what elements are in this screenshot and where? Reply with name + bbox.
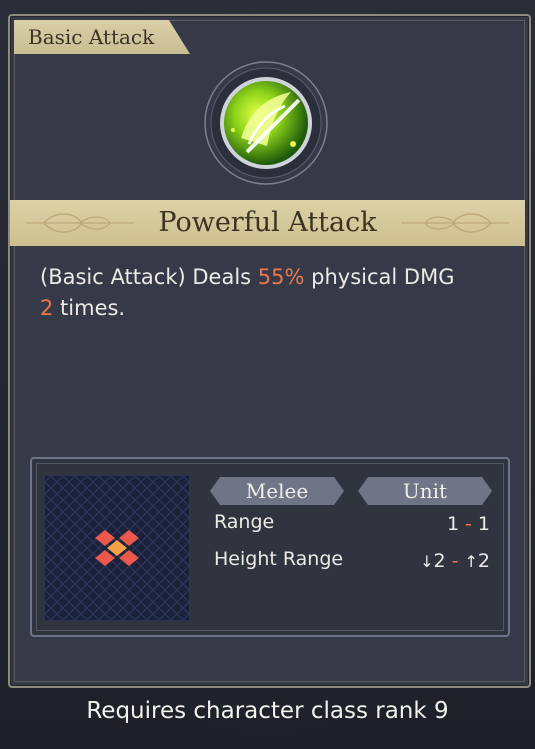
category-tab: Basic Attack: [14, 20, 190, 54]
height-down: 2: [433, 550, 446, 572]
rank-requirement: Requires character class rank 9: [86, 698, 449, 724]
range-value: 1-1: [447, 513, 490, 535]
green-slash-icon: [204, 61, 328, 185]
description-text: (Basic Attack) Deals: [40, 265, 258, 289]
skill-name-banner: Powerful Attack: [10, 200, 525, 246]
area-of-effect-grid: [44, 475, 190, 621]
arrow-down-icon: ↓: [420, 552, 434, 571]
target-type-badge: Unit: [358, 477, 492, 505]
description-text: times.: [53, 296, 126, 320]
ornament-right-icon: [401, 213, 509, 233]
category-label: Basic Attack: [28, 25, 155, 49]
range-min: 1: [446, 513, 460, 535]
range-max: 1: [477, 513, 490, 535]
height-range-value: ↓2- ↑2: [420, 550, 490, 572]
damage-percent: 55%: [257, 265, 305, 289]
skill-description: (Basic Attack) Deals 55% physical DMG 2 t…: [40, 262, 510, 324]
description-text: physical DMG: [304, 265, 455, 289]
height-separator: -: [451, 550, 459, 572]
tile-grid-icon: [45, 476, 189, 620]
height-range-label: Height Range: [214, 548, 344, 570]
height-up: 2: [477, 550, 490, 572]
range-info-panel: Melee Unit Range 1-1 Height Range ↓2- ↑2: [30, 457, 510, 637]
arrow-up-icon: ↑: [464, 552, 478, 571]
range-separator: -: [465, 513, 472, 535]
hit-count: 2: [40, 296, 54, 320]
attack-type-badge: Melee: [210, 477, 344, 505]
range-label: Range: [214, 511, 275, 533]
